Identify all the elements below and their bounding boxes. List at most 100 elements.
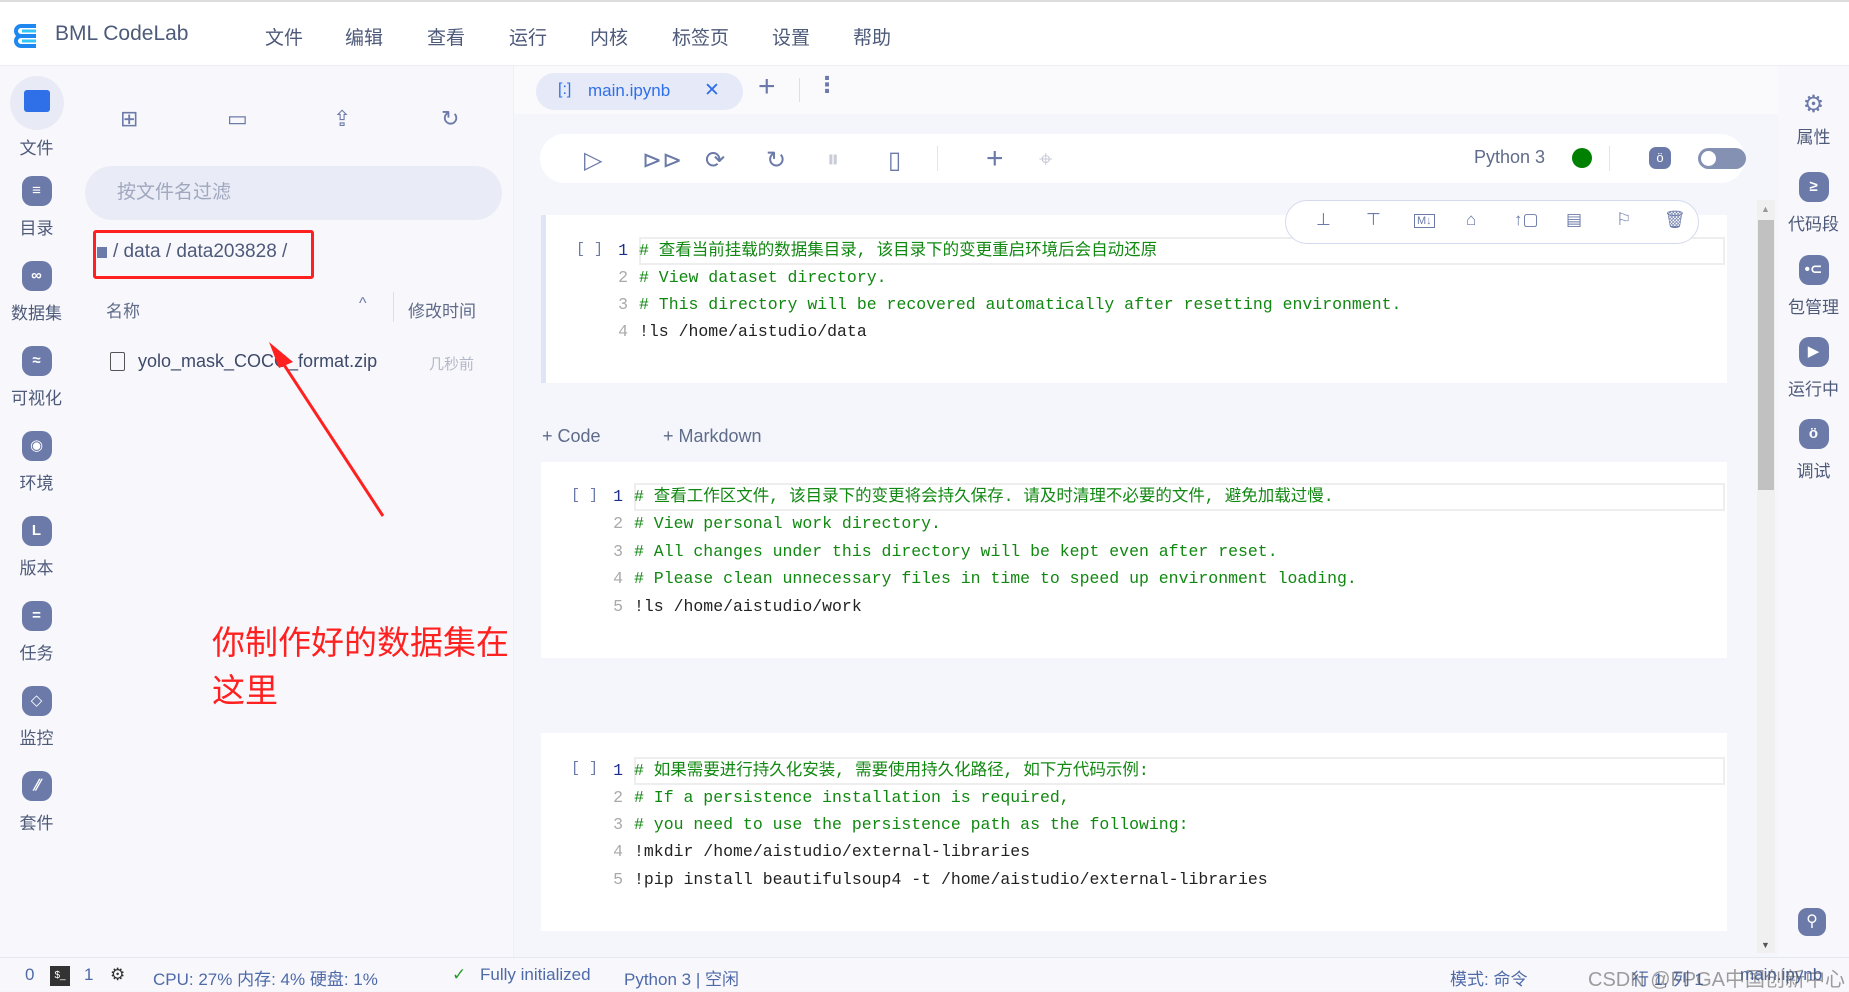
- notebook-area: [:] main.ipynb ✕ + ⋮ ▷ ⊳⊳ ⟳ ↻ ⏸ ▯ + ⌖ Py…: [514, 66, 1778, 957]
- code-line[interactable]: 5 !ls /home/aistudio/work: [541, 593, 1727, 620]
- add-cell-icon[interactable]: +: [986, 142, 1004, 176]
- close-tab-icon[interactable]: ✕: [704, 79, 720, 102]
- code-cell[interactable]: [ ] 1 # 如果需要进行持久化安装, 需要使用持久化路径, 如下方代码示例: …: [541, 733, 1727, 931]
- breadcrumb[interactable]: / data / data203828 /: [113, 241, 287, 263]
- rail-label: 运行中: [1788, 380, 1839, 399]
- menu-file[interactable]: 文件: [265, 23, 303, 50]
- app-title: BML CodeLab: [55, 22, 189, 45]
- run-icon[interactable]: ▷: [584, 146, 602, 175]
- run-all-icon[interactable]: ⊳⊳: [642, 146, 682, 175]
- split-cell-icon[interactable]: ▤: [1566, 210, 1582, 230]
- code-line[interactable]: 4 !mkdir /home/aistudio/external-librarie…: [541, 838, 1727, 865]
- clear-output-icon[interactable]: ⌂: [1466, 210, 1476, 230]
- save-icon[interactable]: ▯: [888, 146, 901, 175]
- rail-item-debug[interactable]: ö 调试: [1778, 419, 1849, 482]
- rail-label: 属性: [1796, 128, 1831, 147]
- add-markdown-cell-button[interactable]: + Markdown: [663, 426, 762, 447]
- code-line[interactable]: 3 # This directory will be recovered auto…: [546, 291, 1727, 318]
- rail-item-monitor[interactable]: ◇ 监控: [0, 686, 73, 749]
- check-icon: ✓: [452, 965, 467, 984]
- rail-item-properties[interactable]: ⚙ 属性: [1778, 90, 1849, 148]
- code-line[interactable]: 2 # View dataset directory.: [546, 264, 1727, 291]
- rail-item-files[interactable]: 文件: [0, 76, 73, 159]
- mode-indicator: 模式: 命令: [1450, 970, 1528, 989]
- filename-filter-input[interactable]: [85, 166, 502, 220]
- markdown-icon[interactable]: M↓: [1414, 214, 1435, 228]
- vertical-scrollbar[interactable]: ▲ ▼: [1757, 200, 1775, 953]
- scrollbar-thumb[interactable]: [1758, 220, 1774, 490]
- code-line[interactable]: 4 !ls /home/aistudio/data: [546, 318, 1727, 345]
- sort-ascending-icon[interactable]: ^: [359, 295, 367, 313]
- restart-run-icon[interactable]: ⟳: [705, 146, 725, 175]
- menu-edit[interactable]: 编辑: [345, 23, 383, 50]
- rail-label: 调试: [1796, 462, 1831, 481]
- file-modified: 几秒前: [429, 356, 475, 373]
- rail-item-suite[interactable]: ⫽ 套件: [0, 771, 73, 834]
- insert-above-icon[interactable]: ⊥: [1316, 210, 1331, 230]
- toc-icon: ≡: [21, 176, 52, 206]
- menu-view[interactable]: 查看: [427, 23, 465, 50]
- debug-toggle[interactable]: [1698, 148, 1746, 169]
- rail-item-task[interactable]: = 任务: [0, 601, 73, 664]
- more-options-icon[interactable]: ⋮: [816, 72, 838, 98]
- column-header-name[interactable]: 名称: [106, 297, 140, 322]
- insert-below-icon[interactable]: ⊤: [1366, 210, 1381, 230]
- rail-item-environment[interactable]: ◉ 环境: [0, 431, 73, 494]
- search-icon[interactable]: ⚲: [1798, 908, 1826, 936]
- tab-main-ipynb[interactable]: [:] main.ipynb ✕: [536, 73, 743, 110]
- divider: [799, 78, 800, 102]
- rail-item-visualization[interactable]: ≈ 可视化: [0, 346, 73, 409]
- code-cell[interactable]: [ ] 1 # 查看工作区文件, 该目录下的变更将会持久保存. 请及时清理不必要的…: [541, 462, 1727, 658]
- terminal-icon[interactable]: $_: [50, 966, 70, 986]
- rail-item-snippets[interactable]: ≥ 代码段: [1778, 172, 1849, 235]
- debug-icon[interactable]: ö: [1649, 147, 1671, 169]
- kernel-status[interactable]: Python 3 | 空闲: [624, 965, 739, 990]
- bookmark-icon[interactable]: ⚐: [1616, 210, 1631, 230]
- new-file-icon[interactable]: ⊞: [120, 106, 138, 132]
- delete-cell-icon[interactable]: 🗑: [1664, 210, 1686, 230]
- add-code-cell-button[interactable]: + Code: [542, 426, 601, 447]
- left-activity-rail: 文件 ≡ 目录 ∞ 数据集 ≈ 可视化 ◉ 环境 L 版本 = 任务 ◇ 监控 ⫽ 套件: [0, 66, 73, 957]
- menu-kernel[interactable]: 内核: [590, 23, 628, 50]
- terminal-count[interactable]: 0: [25, 965, 34, 985]
- menu-tabs[interactable]: 标签页: [672, 23, 729, 50]
- code-line[interactable]: 4 # Please clean unnecessary files in tim…: [541, 565, 1727, 592]
- scroll-down-icon[interactable]: ▼: [1761, 940, 1770, 950]
- code-line[interactable]: 5 !pip install beautifulsoup4 -t /home/ai…: [541, 866, 1727, 893]
- kernel-name[interactable]: Python 3: [1474, 147, 1545, 168]
- rail-label: 环境: [19, 474, 54, 493]
- refresh-icon[interactable]: ↻: [441, 106, 459, 132]
- restart-kernel-icon[interactable]: ↻: [766, 146, 786, 175]
- rail-item-toc[interactable]: ≡ 目录: [0, 176, 73, 239]
- new-folder-icon[interactable]: ▭: [227, 106, 248, 132]
- menu-run[interactable]: 运行: [509, 23, 547, 50]
- menu-help[interactable]: 帮助: [853, 23, 891, 50]
- menu-settings[interactable]: 设置: [772, 23, 810, 50]
- scroll-up-icon[interactable]: ▲: [1761, 204, 1770, 214]
- monitor-icon: ◇: [21, 686, 52, 716]
- locate-icon[interactable]: ⌖: [1039, 146, 1053, 174]
- rail-item-running[interactable]: ▶ 运行中: [1778, 337, 1849, 400]
- rail-item-packages[interactable]: •⊂ 包管理: [1778, 255, 1849, 318]
- code-line[interactable]: 2 # If a persistence installation is requ…: [541, 784, 1727, 811]
- chart-icon: ≈: [21, 346, 52, 376]
- code-line[interactable]: 3 # All changes under this directory will…: [541, 538, 1727, 565]
- code-line[interactable]: 1 # 查看工作区文件, 该目录下的变更将会持久保存. 请及时清理不必要的文件, …: [541, 483, 1727, 510]
- rail-label: 文件: [19, 139, 54, 158]
- new-tab-icon[interactable]: +: [758, 70, 776, 104]
- kernel-count[interactable]: 1: [84, 965, 93, 985]
- init-status: Fully initialized: [480, 965, 591, 984]
- rail-item-version[interactable]: L 版本: [0, 516, 73, 579]
- move-up-icon[interactable]: ↑▢: [1514, 210, 1539, 230]
- rail-item-dataset[interactable]: ∞ 数据集: [0, 261, 73, 324]
- file-browser-panel: ⊞ ▭ ⇪ ↻ / data / data203828 / 名称 ^ 修改时间 …: [73, 66, 514, 957]
- column-header-modified[interactable]: 修改时间: [408, 297, 476, 322]
- version-icon: L: [21, 516, 52, 546]
- code-line[interactable]: 2 # View personal work directory.: [541, 510, 1727, 537]
- notebook-icon: [:]: [558, 81, 572, 98]
- upload-icon[interactable]: ⇪: [333, 106, 351, 132]
- interrupt-icon[interactable]: ⏸: [827, 146, 839, 174]
- code-line[interactable]: 1 # 如果需要进行持久化安装, 需要使用持久化路径, 如下方代码示例:: [541, 757, 1727, 784]
- rail-label: 包管理: [1788, 298, 1839, 317]
- code-line[interactable]: 3 # you need to use the persistence path …: [541, 811, 1727, 838]
